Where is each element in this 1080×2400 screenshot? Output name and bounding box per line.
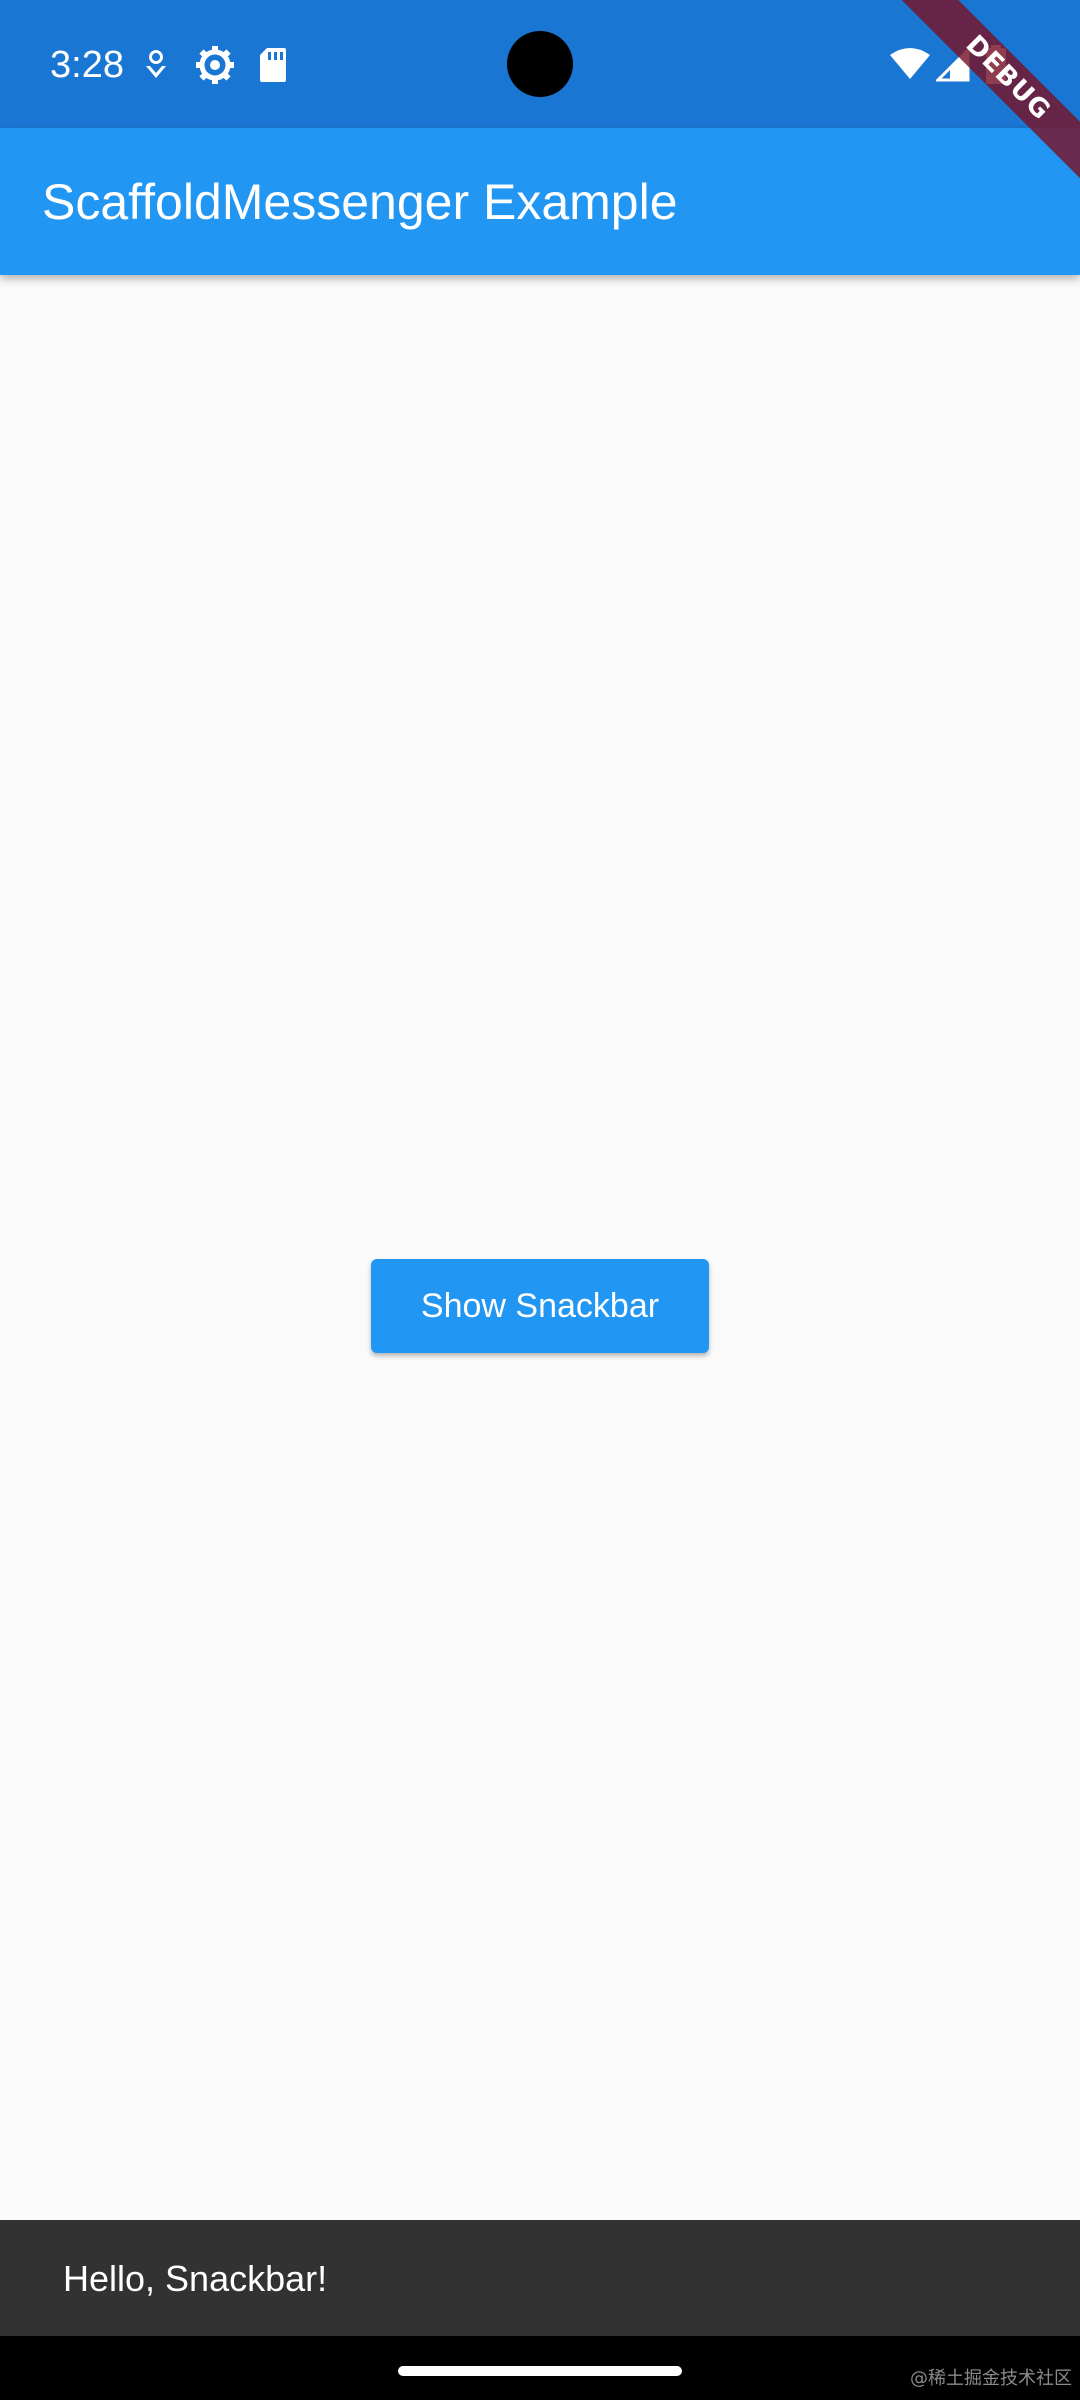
watermark-text: @稀土掘金技术社区: [910, 2368, 1072, 2389]
sd-card-icon: [260, 48, 286, 82]
snackbar-message: Hello, Snackbar!: [63, 2258, 328, 2299]
status-bar: 3:28: [0, 0, 1080, 128]
location-pin-icon: [146, 50, 166, 78]
phone-screen: 3:28 ScaffoldMessenger Example DEBUG Sho…: [0, 0, 1080, 2400]
gesture-navigation-bar: @稀土掘金技术社区: [0, 2336, 1080, 2400]
show-snackbar-button[interactable]: Show Snackbar: [371, 1259, 709, 1353]
scaffold-body: Show Snackbar: [0, 275, 1080, 2220]
wifi-icon: [890, 48, 930, 79]
camera-cutout: [507, 31, 573, 97]
settings-gear-icon: [196, 46, 234, 84]
app-bar: ScaffoldMessenger Example: [0, 128, 1080, 275]
status-time: 3:28: [50, 44, 124, 86]
snackbar: Hello, Snackbar!: [0, 2220, 1080, 2336]
home-indicator-handle[interactable]: [398, 2366, 682, 2376]
app-bar-title: ScaffoldMessenger Example: [42, 174, 678, 230]
